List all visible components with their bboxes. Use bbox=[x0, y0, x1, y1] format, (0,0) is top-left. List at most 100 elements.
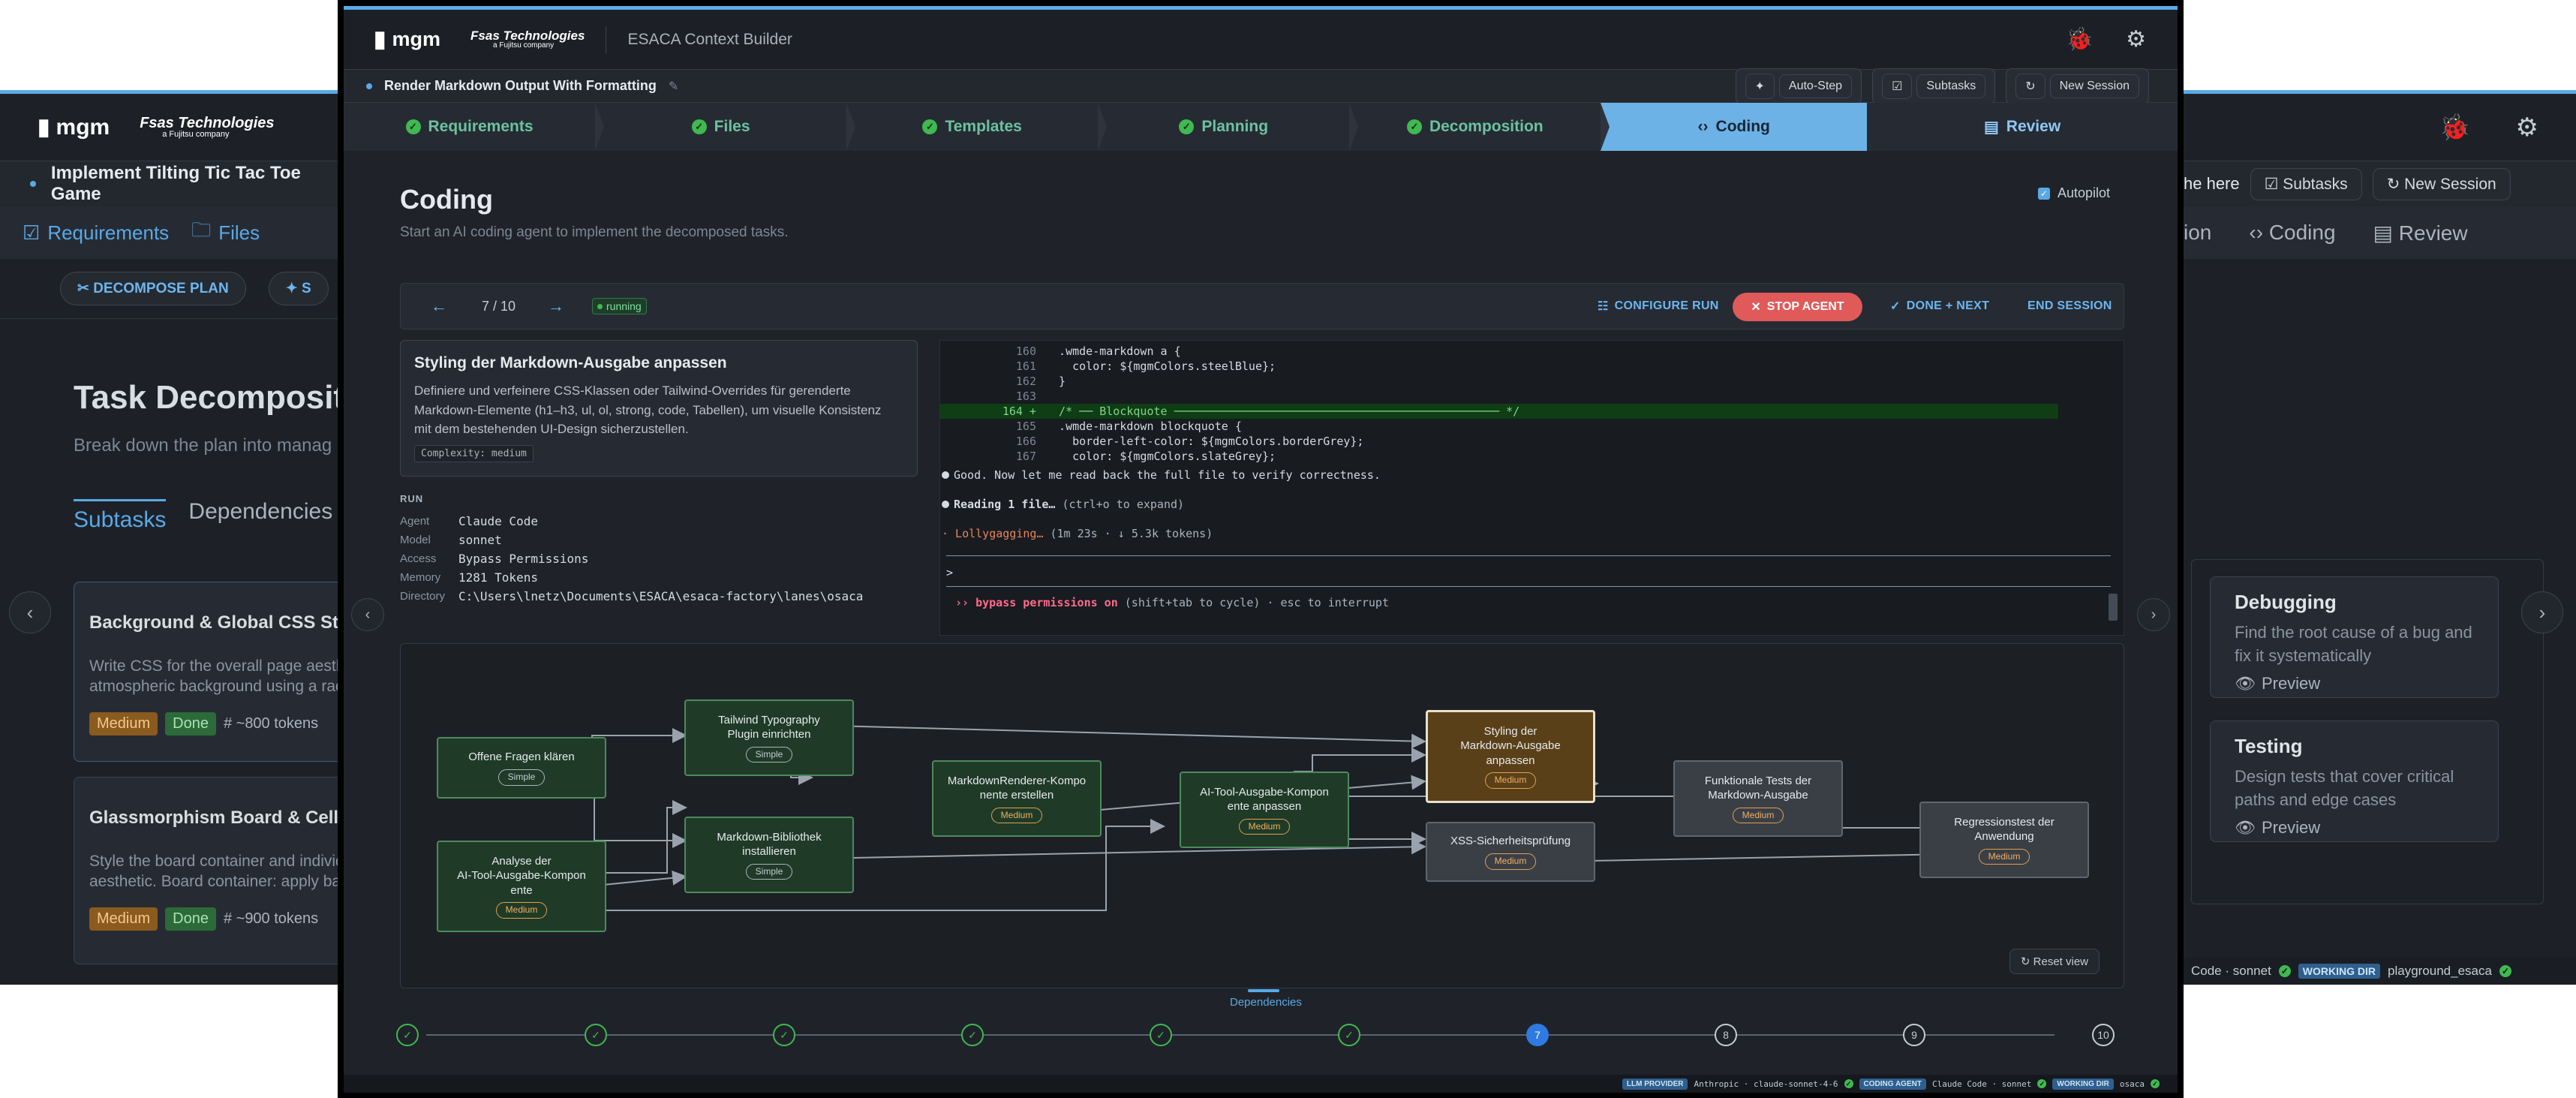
sparkle-icon: ✦ bbox=[1745, 73, 1775, 99]
new-session-button[interactable]: ↻ New Session bbox=[2006, 68, 2149, 104]
step-review[interactable]: ▤ Review bbox=[1867, 103, 2178, 151]
document-icon: ▤ bbox=[1983, 118, 1999, 136]
step-requirements[interactable]: ✓ Requirements bbox=[344, 103, 605, 151]
progress-step-done[interactable]: ✓ bbox=[1338, 1024, 1360, 1046]
tab-dependencies[interactable]: Dependencies bbox=[188, 499, 332, 533]
stop-agent-button[interactable]: ✕ STOP AGENT bbox=[1733, 293, 1862, 321]
gear-icon[interactable]: ⚙ bbox=[2516, 113, 2538, 143]
graph-node[interactable]: XSS-Sicherheitsprüfung Medium bbox=[1426, 822, 1595, 882]
done-next-button[interactable]: ✓ DONE + NEXT bbox=[1890, 299, 1989, 314]
preview-link[interactable]: 👁 Preview bbox=[2235, 674, 2474, 693]
template-title: Debugging bbox=[2235, 591, 2337, 613]
tab-subtasks[interactable]: Subtasks bbox=[74, 499, 167, 533]
coding-agent-label: CODING AGENT bbox=[1859, 1078, 1926, 1090]
step-templates[interactable]: ✓ Templates bbox=[846, 103, 1108, 151]
preview-link[interactable]: 👁 Preview bbox=[2235, 818, 2474, 838]
graph-node[interactable]: Tailwind Typography Plugin einrichten Sim… bbox=[684, 699, 854, 776]
graph-node[interactable]: Regressionstest der Anwendung Medium bbox=[1919, 802, 2089, 878]
step-files[interactable]: ✓ Files bbox=[595, 103, 856, 151]
subtask-tags: Medium Done # ~800 tokens bbox=[89, 711, 353, 736]
agent-terminal[interactable]: 160 .wmde-markdown a { 161 color: ${mgmC… bbox=[939, 340, 2124, 636]
working-dir-label: WORKING DIR bbox=[2298, 964, 2381, 979]
prev-arrow-button[interactable]: ‹ bbox=[351, 598, 384, 631]
step-planning[interactable]: ✓ Planning bbox=[1098, 103, 1359, 151]
graph-node-current[interactable]: Styling der Markdown-Ausgabe anpassen Medi… bbox=[1426, 710, 1595, 803]
template-card-testing[interactable]: Testing Design tests that cover critical… bbox=[2210, 720, 2499, 842]
step-review[interactable]: ▤ Review bbox=[2373, 221, 2468, 245]
progress-step-done[interactable]: ✓ bbox=[396, 1024, 419, 1046]
app-header: ▮ mgm Fsas Technologies a Fujitsu company bbox=[0, 94, 353, 161]
status-dot-icon bbox=[597, 303, 603, 309]
next-arrow-button[interactable]: › bbox=[2521, 591, 2563, 633]
run-toolbar: ← 7 / 10 → running ☷ CONFIGURE RUN ✕ STOP … bbox=[400, 283, 2124, 329]
check-icon: ✓ bbox=[922, 119, 938, 134]
task-desc-line: mit dem bestehenden UI-Design sicherzust… bbox=[414, 422, 689, 436]
checkbox-icon: ☑ bbox=[2264, 175, 2283, 193]
subtasks-button[interactable]: ☑ Subtasks bbox=[2250, 167, 2362, 200]
graph-node[interactable]: Offene Fragen klären Simple bbox=[437, 737, 606, 799]
dependency-graph[interactable]: Offene Fragen klären Simple Analyse der A… bbox=[400, 643, 2124, 988]
step-coding[interactable]: ‹› Coding bbox=[2249, 221, 2335, 245]
progress-step-pending[interactable]: 8 bbox=[1715, 1024, 1737, 1046]
graph-node[interactable]: Funktionale Tests der Markdown-Ausgabe Me… bbox=[1673, 760, 1843, 837]
graph-node[interactable]: Markdown-Bibliothek installieren Simple bbox=[684, 817, 854, 893]
subtasks-button[interactable]: ☑ Subtasks bbox=[1872, 68, 1996, 104]
terminal-scrollbar[interactable] bbox=[2109, 594, 2118, 621]
progress-step-pending[interactable]: 9 bbox=[1903, 1024, 1925, 1046]
project-bar: he here ☑ Subtasks ↻ New Session bbox=[2176, 161, 2576, 206]
progress-step-done[interactable]: ✓ bbox=[585, 1024, 607, 1046]
graph-node[interactable]: Analyse der AI-Tool-Ausgabe-Kompon ente Me… bbox=[437, 841, 606, 932]
step-requirements[interactable]: ☑ Requirements bbox=[23, 221, 169, 245]
progress-step-pending[interactable]: 10 bbox=[2092, 1024, 2115, 1046]
auto-step-button[interactable]: ✦ Auto-Step bbox=[1735, 68, 1862, 104]
diff-line: 165 .wmde-markdown blockquote { bbox=[1015, 420, 1242, 433]
step-coding[interactable]: ‹› Coding bbox=[1601, 103, 1868, 151]
gear-icon[interactable]: ⚙ bbox=[2126, 26, 2146, 53]
prompt-input[interactable]: > bbox=[946, 566, 953, 579]
chevron-left-icon: ‹ bbox=[365, 606, 371, 623]
bug-icon[interactable]: 🐞 bbox=[2066, 26, 2094, 53]
sparkle-button[interactable]: ✦ S bbox=[268, 272, 329, 305]
reset-view-button[interactable]: ↻ Reset view bbox=[2009, 949, 2100, 974]
pencil-icon[interactable]: ✎ bbox=[669, 79, 678, 94]
status-badge: Done bbox=[165, 711, 216, 736]
checkbox-checked-icon[interactable]: ✓ bbox=[2037, 187, 2050, 200]
template-card-debugging[interactable]: Debugging Find the root cause of a bug a… bbox=[2210, 576, 2499, 698]
prompt-divider bbox=[946, 555, 2111, 556]
current-task-card: Styling der Markdown-Ausgabe anpassen De… bbox=[400, 340, 918, 477]
progress-step-current[interactable]: 7 bbox=[1526, 1024, 1549, 1046]
prev-task-arrow-icon[interactable]: ← bbox=[431, 296, 447, 316]
step-files[interactable]: 🗀 Files bbox=[191, 216, 260, 249]
run-row: Agent Claude Code bbox=[400, 514, 538, 528]
progress-step-done[interactable]: ✓ bbox=[1150, 1024, 1172, 1046]
check-icon: ✓ bbox=[1179, 119, 1195, 134]
end-session-button[interactable]: END SESSION bbox=[2027, 299, 2112, 313]
complexity-badge: Simple bbox=[497, 769, 546, 786]
new-session-button[interactable]: ↻ New Session bbox=[2372, 167, 2511, 200]
next-arrow-button[interactable]: › bbox=[2137, 598, 2170, 631]
subtask-card[interactable]: Background & Global CSS Styling Write CS… bbox=[74, 582, 353, 762]
progress-step-done[interactable]: ✓ bbox=[961, 1024, 984, 1046]
run-heading: RUN bbox=[400, 493, 424, 504]
next-task-arrow-icon[interactable]: → bbox=[548, 296, 564, 316]
decompose-plan-button[interactable]: ✂ DECOMPOSE PLAN bbox=[60, 272, 246, 305]
tab-bar: Subtasks Dependencies bbox=[74, 499, 332, 533]
code-icon: ‹› bbox=[1697, 118, 1709, 135]
agent-message: Reading 1 file… (ctrl+o to expand) bbox=[942, 498, 1184, 511]
coding-agent-value: Claude Code · sonnet bbox=[1931, 1078, 2032, 1089]
step-decomposition[interactable]: ion bbox=[2184, 221, 2211, 245]
step-decomposition[interactable]: ✓ Decomposition bbox=[1349, 103, 1610, 151]
graph-node[interactable]: MarkdownRenderer-Kompo nente erstellen Me… bbox=[932, 760, 1102, 837]
bullet-icon bbox=[942, 471, 949, 479]
dependencies-tab[interactable]: Dependencies bbox=[1230, 989, 1302, 1009]
diff-line: 161 color: ${mgmColors.steelBlue}; bbox=[1015, 359, 1276, 373]
subtask-card[interactable]: Glassmorphism Board & Cell CSS Style the… bbox=[74, 777, 353, 964]
prev-arrow-button[interactable]: ‹ bbox=[9, 591, 51, 633]
autopilot-toggle[interactable]: ✓ Autopilot bbox=[2037, 185, 2110, 201]
bullet-icon bbox=[942, 501, 949, 508]
progress-step-done[interactable]: ✓ bbox=[773, 1024, 795, 1046]
configure-run-button[interactable]: ☷ CONFIGURE RUN bbox=[1598, 299, 1719, 314]
status-badge: Done bbox=[165, 907, 216, 931]
graph-node[interactable]: AI-Tool-Ausgabe-Kompon ente anpassen Medi… bbox=[1180, 772, 1349, 848]
bug-icon[interactable]: 🐞 bbox=[2439, 113, 2470, 143]
